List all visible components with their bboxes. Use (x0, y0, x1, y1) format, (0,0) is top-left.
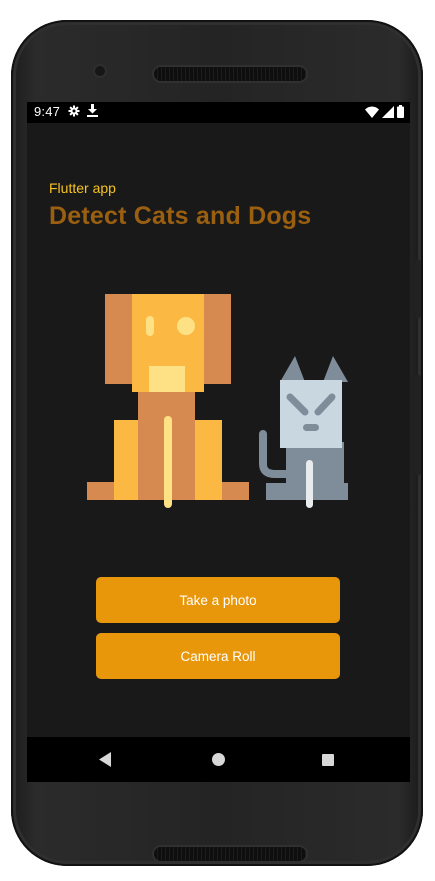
status-time: 9:47 (34, 104, 61, 119)
take-photo-button[interactable]: Take a photo (96, 577, 340, 623)
status-bar: 9:47 (27, 102, 410, 123)
camera-roll-button[interactable]: Camera Roll (96, 633, 340, 679)
app-subtitle: Flutter app (49, 180, 116, 196)
recents-icon[interactable] (322, 754, 334, 766)
power-button (415, 375, 421, 475)
front-camera (95, 66, 105, 76)
dog-icon (87, 294, 249, 508)
download-icon (87, 104, 98, 117)
page-title: Detect Cats and Dogs (49, 202, 312, 230)
volume-button (415, 260, 421, 318)
home-icon[interactable] (212, 753, 225, 766)
navigation-bar (27, 737, 410, 782)
bottom-speaker (154, 847, 306, 861)
dog-and-cat-illustration (87, 294, 348, 508)
app-screen: 9:47 Flutter app Detect Cats and Dogs Ta… (27, 102, 410, 782)
back-icon[interactable] (99, 752, 111, 772)
gear-icon (68, 105, 80, 117)
battery-icon (397, 105, 404, 118)
wifi-icon (365, 106, 379, 118)
top-speaker (154, 67, 306, 81)
cat-icon (259, 356, 348, 508)
signal-icon (382, 105, 394, 118)
